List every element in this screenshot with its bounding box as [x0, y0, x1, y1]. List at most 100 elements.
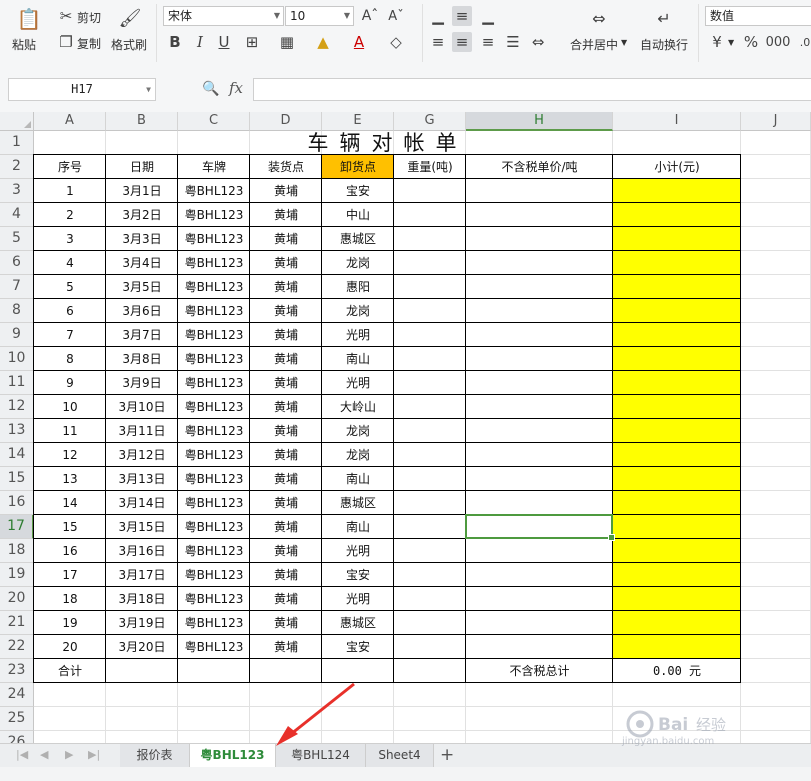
data-cell[interactable]: 黄埔	[250, 275, 322, 299]
column-header-A[interactable]: A	[34, 112, 106, 131]
column-header-E[interactable]: E	[322, 112, 394, 131]
chevron-down-icon[interactable]: ▼	[728, 38, 734, 47]
data-cell[interactable]: 南山	[322, 347, 394, 371]
data-cell[interactable]: 18	[34, 587, 106, 611]
data-cell[interactable]: 16	[34, 539, 106, 563]
paste-icon[interactable]: 📋	[16, 6, 42, 32]
column-header-G[interactable]: G	[394, 112, 466, 131]
data-cell[interactable]: 黄埔	[250, 635, 322, 659]
cut-icon[interactable]: ✂	[56, 6, 76, 26]
data-cell[interactable]: 6	[34, 299, 106, 323]
data-cell[interactable]: 黄埔	[250, 419, 322, 443]
row-header-10[interactable]: 10	[0, 347, 34, 371]
data-cell[interactable]: 粤BHL123	[178, 611, 250, 635]
row-header-14[interactable]: 14	[0, 443, 34, 467]
merge-center-button[interactable]: 合并居中	[570, 36, 618, 53]
data-cell[interactable]: 宝安	[322, 635, 394, 659]
data-cell[interactable]: 粤BHL123	[178, 395, 250, 419]
header-cell[interactable]: 装货点	[250, 155, 322, 179]
data-cell[interactable]: 3月16日	[106, 539, 178, 563]
column-header-D[interactable]: D	[250, 112, 322, 131]
font-size-select[interactable]: 10 ▼	[285, 6, 354, 26]
data-cell[interactable]: 光明	[322, 323, 394, 347]
data-cell[interactable]: 3月6日	[106, 299, 178, 323]
data-cell[interactable]: 黄埔	[250, 395, 322, 419]
data-cell[interactable]: 粤BHL123	[178, 491, 250, 515]
row-header-5[interactable]: 5	[0, 227, 34, 251]
header-cell[interactable]: 小计(元)	[613, 155, 741, 179]
data-cell[interactable]: 3月2日	[106, 203, 178, 227]
data-cell[interactable]: 粤BHL123	[178, 323, 250, 347]
data-cell[interactable]: 黄埔	[250, 611, 322, 635]
chevron-down-icon[interactable]: ▼	[621, 38, 627, 47]
row-header-4[interactable]: 4	[0, 203, 34, 227]
data-cell[interactable]: 黄埔	[250, 443, 322, 467]
copy-button[interactable]: 复制	[77, 35, 101, 52]
row-header-20[interactable]: 20	[0, 587, 34, 611]
row-header-7[interactable]: 7	[0, 275, 34, 299]
data-cell[interactable]: 大岭山	[322, 395, 394, 419]
merge-icon[interactable]: ⇔	[587, 6, 611, 30]
header-cell[interactable]: 日期	[106, 155, 178, 179]
data-cell[interactable]: 粤BHL123	[178, 347, 250, 371]
row-header-22[interactable]: 22	[0, 635, 34, 659]
data-cell[interactable]: 14	[34, 491, 106, 515]
data-cell[interactable]: 3月13日	[106, 467, 178, 491]
sheet-tab-quote[interactable]: 报价表	[120, 744, 190, 767]
bold-icon[interactable]: B	[165, 32, 185, 52]
data-cell[interactable]: 龙岗	[322, 443, 394, 467]
header-cell[interactable]: 卸货点	[322, 155, 394, 179]
data-cell[interactable]: 3月3日	[106, 227, 178, 251]
sheet-tab-sheet4[interactable]: Sheet4	[366, 744, 434, 767]
prev-sheet-icon[interactable]: ◀	[40, 748, 48, 761]
italic-icon[interactable]: I	[190, 32, 210, 52]
clear-icon[interactable]: ◇	[386, 32, 406, 52]
justify-icon[interactable]: ☰	[503, 32, 523, 52]
data-cell[interactable]: 13	[34, 467, 106, 491]
data-cell[interactable]: 3月15日	[106, 515, 178, 539]
row-header-13[interactable]: 13	[0, 419, 34, 443]
data-cell[interactable]: 11	[34, 419, 106, 443]
data-cell[interactable]: 3月9日	[106, 371, 178, 395]
data-cell[interactable]: 3月11日	[106, 419, 178, 443]
add-sheet-button[interactable]: +	[440, 745, 454, 765]
data-cell[interactable]: 黄埔	[250, 179, 322, 203]
wrap-icon[interactable]: ↵	[652, 6, 676, 30]
currency-icon[interactable]: ¥	[707, 32, 727, 52]
data-cell[interactable]: 8	[34, 347, 106, 371]
data-cell[interactable]: 黄埔	[250, 539, 322, 563]
data-cell[interactable]: 3月7日	[106, 323, 178, 347]
data-cell[interactable]: 黄埔	[250, 515, 322, 539]
header-cell[interactable]: 序号	[34, 155, 106, 179]
data-cell[interactable]: 3月18日	[106, 587, 178, 611]
sheet-tab-bhl124[interactable]: 粤BHL124	[276, 744, 366, 767]
data-cell[interactable]: 9	[34, 371, 106, 395]
column-header-H[interactable]: H	[466, 112, 613, 131]
zoom-formula-icon[interactable]: 🔍	[202, 81, 219, 97]
row-header-21[interactable]: 21	[0, 611, 34, 635]
last-sheet-icon[interactable]: ▶|	[88, 748, 100, 761]
sheet-tab-bhl123[interactable]: 粤BHL123	[190, 744, 276, 767]
row-header-2[interactable]: 2	[0, 155, 34, 179]
data-cell[interactable]: 黄埔	[250, 371, 322, 395]
row-header-3[interactable]: 3	[0, 179, 34, 203]
fx-icon[interactable]: fx	[229, 79, 243, 97]
row-header-24[interactable]: 24	[0, 683, 34, 707]
data-cell[interactable]: 3月12日	[106, 443, 178, 467]
row-header-23[interactable]: 23	[0, 659, 34, 683]
data-cell[interactable]: 光明	[322, 371, 394, 395]
data-cell[interactable]: 17	[34, 563, 106, 587]
data-cell[interactable]: 15	[34, 515, 106, 539]
data-cell[interactable]: 粤BHL123	[178, 251, 250, 275]
align-left-icon[interactable]: ≡	[428, 32, 448, 52]
data-cell[interactable]: 黄埔	[250, 227, 322, 251]
data-cell[interactable]: 惠城区	[322, 611, 394, 635]
data-cell[interactable]: 黄埔	[250, 203, 322, 227]
align-right-icon[interactable]: ≡	[478, 32, 498, 52]
number-format-select[interactable]: 数值	[705, 6, 811, 26]
name-box[interactable]: H17 ▼	[8, 78, 156, 101]
data-cell[interactable]: 粤BHL123	[178, 371, 250, 395]
row-header-11[interactable]: 11	[0, 371, 34, 395]
paste-button[interactable]: 粘贴	[12, 36, 36, 53]
data-cell[interactable]: 3月1日	[106, 179, 178, 203]
